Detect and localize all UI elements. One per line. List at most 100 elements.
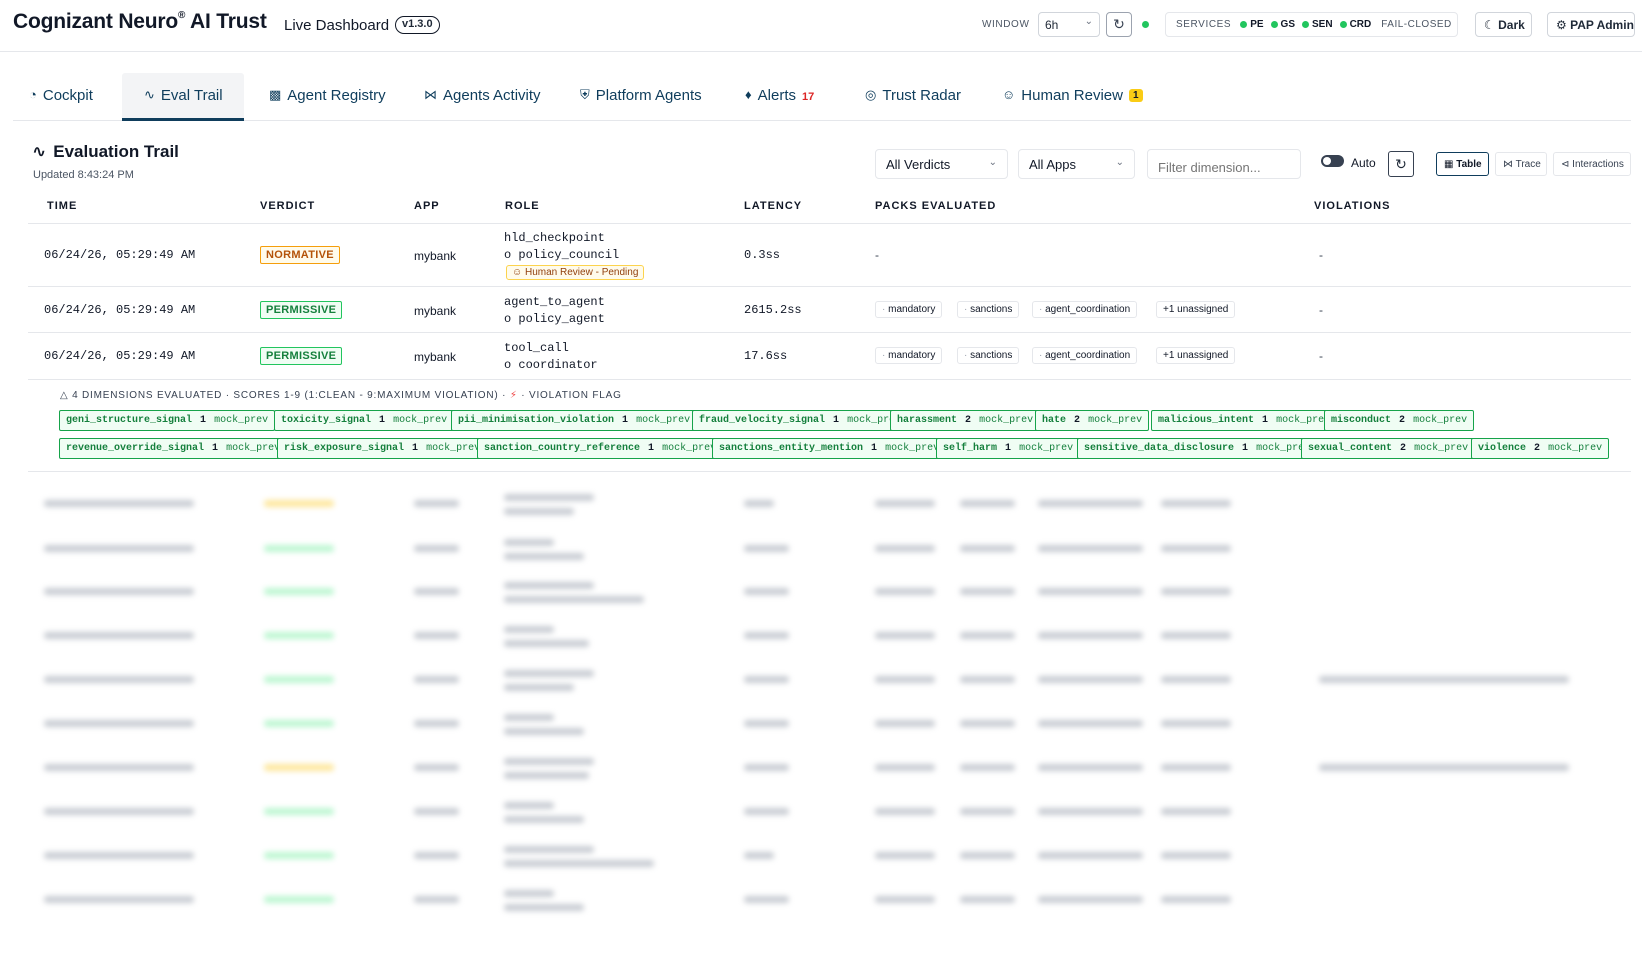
pap-admin-button[interactable]: ⚙ PAP Admin [1547, 12, 1635, 37]
dimension-chip: pii_minimisation_violation 1 mock_prev [451, 410, 698, 431]
row-packs: - [875, 248, 879, 262]
view-trace-button[interactable]: ⋈ Trace [1495, 152, 1547, 176]
auto-refresh-toggle[interactable] [1321, 155, 1344, 167]
pack-tag: sanctions [957, 301, 1020, 318]
refresh-button[interactable]: ↻ [1106, 12, 1132, 37]
share-icon: ⊲ [1561, 159, 1570, 170]
tab-platform-agents[interactable]: ⛨ Platform Agents [580, 73, 702, 121]
blurred-row [28, 754, 1631, 798]
row-latency: 0.3ss [744, 248, 781, 262]
shield-icon: ⛨ [580, 87, 590, 102]
gear-icon: ⚙ [1556, 18, 1567, 32]
tab-agent-registry[interactable]: ▩ Agent Registry [269, 73, 386, 121]
pack-tag: sanctions [957, 347, 1020, 364]
table-header: TIME VERDICT APP ROLE LATENCY PACKS EVAL… [28, 196, 1631, 224]
pack-tag: mandatory [875, 347, 943, 364]
dashboard-subtitle: Live Dashboard [284, 17, 390, 34]
blurred-row [28, 535, 1631, 579]
table-row[interactable]: 06/24/26, 05:29:49 AM NORMATIVE mybank h… [28, 224, 1631, 287]
version-badge: v1.3.0 [395, 16, 440, 34]
column-app: APP [414, 200, 440, 212]
bell-icon: ♦ [745, 87, 752, 102]
network-icon: ⋈ [424, 87, 437, 102]
column-latency: LATENCY [744, 200, 803, 212]
chevron-down-icon: ⌄ [1115, 157, 1124, 168]
tab-alerts[interactable]: ♦ Alerts 17 [745, 73, 814, 121]
gauge-icon: ◔ [29, 87, 37, 102]
row-time: 06/24/26, 05:29:49 AM [44, 349, 196, 363]
dimension-chip: self_harm 1 mock_prev [936, 438, 1081, 459]
dimensions-summary: △ 4 DIMENSIONS EVALUATED · SCORES 1-9 (1… [60, 390, 622, 401]
dimension-chip: revenue_override_signal 1 mock_prev [59, 438, 288, 459]
main-tabs: ◔ Cockpit ∿ Eval Trail ▩ Agent Registry ⋈ Ag… [13, 73, 1631, 121]
tab-trust-radar[interactable]: ◎ Trust Radar [865, 73, 961, 121]
view-table-button[interactable]: ▦ Table [1436, 152, 1489, 176]
blurred-row [28, 886, 1631, 930]
row-time: 06/24/26, 05:29:49 AM [44, 248, 196, 262]
row-subrole: policy_council [504, 248, 619, 262]
table-row[interactable]: 06/24/26, 05:29:49 AM PERMISSIVE mybank … [28, 287, 1631, 333]
view-interactions-button[interactable]: ⊲ Interactions [1553, 152, 1631, 176]
status-dot-icon [1339, 21, 1347, 28]
refresh-trail-button[interactable]: ↻ [1388, 151, 1414, 177]
verdict-filter[interactable]: All Verdicts ⌄ [875, 149, 1008, 179]
dimension-chip: misconduct 2 mock_prev [1324, 410, 1475, 431]
service-gs: GS [1270, 19, 1295, 30]
row-app: mybank [414, 350, 457, 364]
pulse-icon: ∿ [32, 142, 47, 161]
human-review-chip[interactable]: ☺ Human Review - Pending [506, 265, 645, 280]
alerts-count: 17 [801, 91, 815, 103]
user-check-icon: ☺ [1002, 87, 1016, 102]
tab-agents-activity[interactable]: ⋈ Agents Activity [424, 73, 541, 121]
dimension-chip: malicious_intent 1 mock_prev [1151, 410, 1338, 431]
refresh-icon: ↻ [1113, 16, 1125, 32]
blurred-rows [28, 480, 1631, 950]
live-status-dot [1142, 21, 1149, 28]
blurred-row [28, 666, 1631, 710]
blurred-row [28, 798, 1631, 842]
dimensions-panel: △ 4 DIMENSIONS EVALUATED · SCORES 1-9 (1… [28, 380, 1631, 472]
tab-human-review[interactable]: ☺ Human Review 1 [1002, 73, 1143, 121]
refresh-icon: ↻ [1395, 156, 1407, 172]
dark-mode-button[interactable]: ☾ Dark [1475, 12, 1532, 37]
row-app: mybank [414, 249, 457, 263]
status-dot-icon [1240, 21, 1248, 28]
dimension-filter-input[interactable] [1147, 149, 1301, 179]
dimension-chip: harassment 2 mock_prev [890, 410, 1041, 431]
row-subrole: coordinator [504, 358, 597, 372]
window-label: WINDOW [982, 19, 1030, 30]
dimension-chip: violence 2 mock_prev [1471, 438, 1610, 459]
dimension-chip: risk_exposure_signal 1 mock_prev [277, 438, 488, 459]
blurred-row [28, 710, 1631, 754]
row-role: agent_to_agent [504, 295, 605, 309]
services-label: SERVICES [1176, 19, 1232, 30]
pack-more-tag[interactable]: +1 unassigned [1156, 301, 1236, 318]
window-select[interactable]: 6h ⌄ [1038, 12, 1100, 37]
blurred-row [28, 842, 1631, 886]
blurred-row [28, 490, 1631, 534]
pulse-icon: ∿ [144, 87, 155, 102]
column-packs: PACKS EVALUATED [875, 200, 997, 212]
tab-eval-trail[interactable]: ∿ Eval Trail [122, 73, 244, 121]
column-role: ROLE [505, 200, 540, 212]
column-violations: VIOLATIONS [1314, 200, 1391, 212]
row-role: hld_checkpoint [504, 231, 605, 245]
user-icon: ☺ [512, 267, 523, 278]
auto-label: Auto [1351, 156, 1376, 170]
page-title: ∿ Evaluation Trail [32, 142, 179, 161]
dimension-chip: sexual_content 2 mock_prev [1301, 438, 1476, 459]
fail-mode-label: FAIL-CLOSED [1381, 19, 1452, 30]
tab-cockpit[interactable]: ◔ Cockpit [29, 73, 93, 121]
chevron-down-icon: ⌄ [988, 157, 997, 168]
row-time: 06/24/26, 05:29:49 AM [44, 303, 196, 317]
table-row[interactable]: 06/24/26, 05:29:49 AM PERMISSIVE mybank … [28, 333, 1631, 380]
pack-tag: agent_coordination [1032, 301, 1138, 318]
triangle-icon: △ [60, 390, 69, 401]
services-status: SERVICES PE GS SEN CRD FAIL-CLOSED [1165, 12, 1458, 37]
pack-tag: mandatory [875, 301, 943, 318]
status-dot-icon [1270, 21, 1278, 28]
service-crd: CRD [1339, 19, 1371, 30]
pack-more-tag[interactable]: +1 unassigned [1156, 347, 1236, 364]
app-filter[interactable]: All Apps ⌄ [1018, 149, 1135, 179]
service-sen: SEN [1302, 19, 1333, 30]
